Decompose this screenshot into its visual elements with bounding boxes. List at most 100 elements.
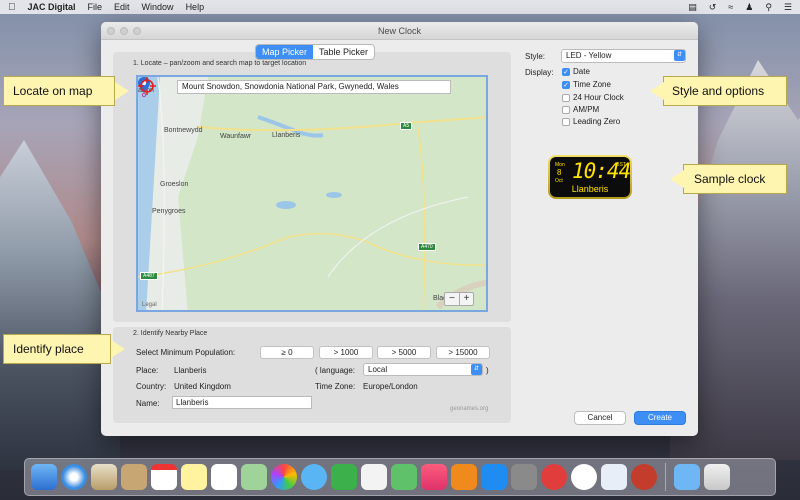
mail-icon[interactable]: [91, 464, 117, 490]
map-legal-link[interactable]: Legal: [142, 302, 157, 308]
place-value: Llanberis: [174, 366, 207, 375]
lifebuoy-icon[interactable]: [631, 464, 657, 490]
geonames-credit: geonames.org: [450, 406, 489, 412]
callout-identify-text: Identify place: [13, 342, 84, 356]
messages-icon[interactable]: [301, 464, 327, 490]
jac-digital-icon[interactable]: [541, 464, 567, 490]
checkbox-leading-zero-label: Leading Zero: [573, 117, 621, 126]
user-icon[interactable]: ♟: [745, 2, 753, 13]
checkbox-time-zone[interactable]: ✓ Time Zone: [562, 80, 611, 89]
clock-app-icon[interactable]: [571, 464, 597, 490]
music-icon[interactable]: [421, 464, 447, 490]
app-status-icon[interactable]: ▤: [688, 2, 697, 13]
books-icon[interactable]: [451, 464, 477, 490]
checkbox-checked-icon: ✓: [562, 67, 570, 76]
callout-sample: Sample clock: [670, 164, 787, 194]
photos-icon[interactable]: [271, 464, 297, 490]
checkbox-time-zone-label: Time Zone: [573, 80, 611, 89]
map-label-llanberis: Llanberis: [272, 132, 301, 139]
menu-help[interactable]: Help: [186, 2, 205, 12]
population-option-0[interactable]: ≥ 0: [260, 346, 314, 359]
apple-icon[interactable]: : [8, 2, 16, 13]
app-store-icon[interactable]: [481, 464, 507, 490]
checkbox-am-pm-label: AM/PM: [573, 105, 600, 114]
create-button[interactable]: Create: [634, 411, 686, 425]
minimize-button[interactable]: [120, 27, 128, 35]
map-view[interactable]: Mount Snowdon, Snowdonia National Park, …: [136, 75, 488, 312]
map-label-bontnewydd: Bontnewydd: [164, 127, 203, 134]
window-controls: [107, 27, 141, 35]
checkbox-unchecked-icon: [562, 117, 570, 126]
map-label-waunfawr: Waunfawr: [220, 133, 252, 140]
population-option-5000[interactable]: > 5000: [377, 346, 431, 359]
place-label: Place:: [136, 366, 159, 375]
sample-clock: Mon 8 Oct 10:44 BST Llanberis: [548, 155, 632, 199]
name-field[interactable]: Llanberis: [172, 396, 312, 409]
checkbox-leading-zero[interactable]: Leading Zero: [562, 117, 620, 126]
callout-locate-text: Locate on map: [13, 84, 93, 98]
maps-icon[interactable]: [241, 464, 267, 490]
app-menu[interactable]: JAC Digital: [28, 2, 76, 12]
clock-zone: BST: [616, 162, 626, 168]
notes-icon[interactable]: [181, 464, 207, 490]
map-search-input[interactable]: Mount Snowdon, Snowdonia National Park, …: [177, 80, 451, 94]
checkbox-24-hour[interactable]: 24 Hour Clock: [562, 93, 624, 102]
safari-icon[interactable]: [61, 464, 87, 490]
callout-locate: Locate on map: [3, 76, 129, 106]
calendar-icon[interactable]: [151, 464, 177, 490]
style-select[interactable]: LED - Yellow ⇵: [561, 49, 686, 63]
population-option-15000[interactable]: > 15000: [436, 346, 490, 359]
search-icon[interactable]: ⚲: [765, 2, 772, 13]
callout-pointer: [115, 82, 129, 100]
zoom-out-button[interactable]: −: [445, 293, 459, 305]
language-select[interactable]: Local ⇵: [363, 363, 483, 376]
road-badge-a470: A470: [418, 243, 436, 251]
checkbox-am-pm[interactable]: AM/PM: [562, 105, 599, 114]
chevron-updown-icon: ⇵: [471, 364, 482, 375]
cancel-button[interactable]: Cancel: [574, 411, 626, 425]
status-area: ▤ ↺ ≈ ♟ ⚲ ☰: [688, 0, 792, 14]
menu-window[interactable]: Window: [142, 2, 174, 12]
trash-icon[interactable]: [704, 464, 730, 490]
contacts-icon[interactable]: [121, 464, 147, 490]
world-clock-icon[interactable]: [601, 464, 627, 490]
callout-pointer: [650, 82, 664, 100]
picker-panel: 1. Locate – pan/zoom and search map to t…: [113, 44, 511, 424]
time-machine-icon[interactable]: ↺: [709, 2, 717, 13]
clock-day: 8: [557, 168, 562, 177]
reminders-icon[interactable]: [211, 464, 237, 490]
menu-edit[interactable]: Edit: [114, 2, 130, 12]
callout-pointer: [111, 340, 125, 358]
population-option-1000[interactable]: > 1000: [319, 346, 373, 359]
country-label: Country:: [136, 382, 167, 391]
road-badge-a487: A487: [140, 272, 158, 280]
checkbox-unchecked-icon: [562, 93, 570, 102]
map-label-penygroes: Penygroes: [152, 208, 186, 215]
zoom-button[interactable]: [133, 27, 141, 35]
finder-icon[interactable]: [31, 464, 57, 490]
close-button[interactable]: [107, 27, 115, 35]
map-zoom-control: − +: [444, 292, 474, 306]
new-clock-window: New Clock 1. Locate – pan/zoom and searc…: [101, 22, 698, 436]
facetime-icon[interactable]: [331, 464, 357, 490]
wifi-icon[interactable]: ≈: [728, 2, 733, 12]
downloads-folder-icon[interactable]: [674, 464, 700, 490]
callout-identify: Identify place: [3, 334, 125, 364]
language-close-paren: ): [486, 366, 489, 375]
timezone-value: Europe/London: [363, 382, 418, 391]
preview-icon[interactable]: [361, 464, 387, 490]
menu-list-icon[interactable]: ☰: [784, 2, 792, 13]
language-label: ( language:: [315, 366, 356, 375]
checkbox-24-hour-label: 24 Hour Clock: [573, 93, 624, 102]
tab-map-picker[interactable]: Map Picker: [256, 45, 314, 59]
zoom-in-button[interactable]: +: [459, 293, 473, 305]
menu-file[interactable]: File: [88, 2, 103, 12]
tab-table-picker[interactable]: Table Picker: [313, 45, 374, 59]
checkbox-date[interactable]: ✓ Date: [562, 67, 590, 76]
locate-section-title: 1. Locate – pan/zoom and search map to t…: [133, 60, 307, 67]
numbers-icon[interactable]: [391, 464, 417, 490]
callout-pointer: [670, 170, 684, 188]
display-label: Display:: [525, 68, 554, 77]
chevron-updown-icon: ⇵: [674, 50, 685, 61]
system-preferences-icon[interactable]: [511, 464, 537, 490]
